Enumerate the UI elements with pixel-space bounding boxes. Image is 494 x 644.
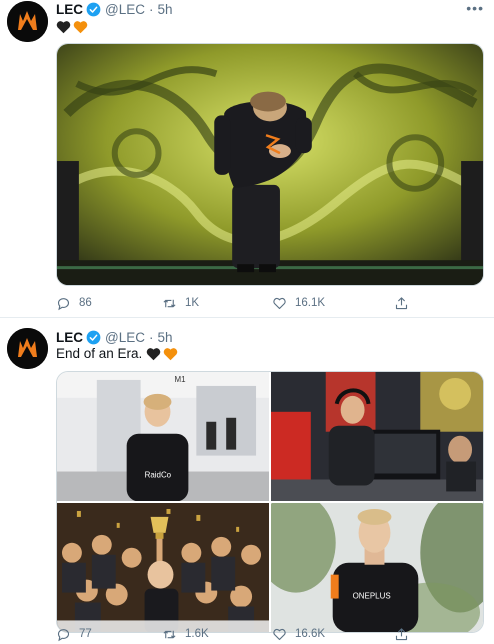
tweet-photo[interactable]: ONEPLUS: [271, 503, 483, 632]
separator-dot: ·: [148, 329, 154, 345]
jersey-sponsor-text: ONEPLUS: [353, 592, 391, 601]
verified-badge-icon: [86, 330, 101, 345]
share-icon: [395, 627, 408, 640]
black-heart-icon: [56, 20, 71, 34]
tweet-text: End of an Era.: [56, 346, 180, 361]
like-button[interactable]: 16.6K: [272, 627, 325, 642]
orange-heart-icon: [73, 20, 88, 34]
tweet-header: LEC @LEC · 5h: [56, 328, 484, 346]
retweet-count: 1.6K: [185, 628, 209, 640]
orange-heart-icon: [163, 347, 178, 361]
retweet-button[interactable]: 1K: [162, 296, 199, 311]
verified-badge-icon: [86, 2, 101, 17]
like-count: 16.6K: [295, 628, 326, 640]
author-handle[interactable]: @LEC: [105, 2, 145, 17]
separator-dot: ·: [148, 1, 154, 17]
avatar[interactable]: [7, 328, 48, 369]
tweet-header: LEC @LEC · 5h •••: [56, 0, 484, 18]
tweet-photo-grid: M1 RaidCo ONEPLUS: [56, 371, 484, 633]
like-button[interactable]: 16.1K: [272, 296, 325, 311]
tweet-photo[interactable]: [57, 503, 269, 632]
tweet-photo[interactable]: [56, 43, 484, 286]
tweet-actions: 86 1K 16.1K: [56, 294, 416, 312]
tweet-body-text: End of an Era.: [56, 346, 143, 361]
jersey-sponsor-text: RaidCo: [145, 470, 172, 479]
reply-icon: [57, 628, 70, 641]
tweet-actions: 77 1.6K 16.6K: [56, 625, 416, 643]
reply-count: 86: [79, 297, 92, 309]
retweet-icon: [163, 630, 176, 638]
retweet-icon: [163, 299, 176, 307]
author-handle[interactable]: @LEC: [105, 330, 145, 345]
reply-count: 77: [79, 628, 92, 640]
heart-icon: [273, 628, 286, 640]
timestamp[interactable]: 5h: [157, 330, 172, 345]
tweet-photo[interactable]: [271, 372, 483, 502]
heart-icon: [273, 297, 286, 309]
photo-sign-text: M1: [174, 375, 186, 384]
tweet-photo[interactable]: M1 RaidCo: [57, 372, 269, 502]
retweet-button[interactable]: 1.6K: [162, 627, 209, 642]
share-icon: [395, 296, 408, 309]
more-options-icon[interactable]: •••: [466, 0, 484, 16]
reply-icon: [57, 297, 70, 310]
author-name[interactable]: LEC: [56, 330, 83, 345]
reply-button[interactable]: 86: [56, 296, 92, 311]
retweet-count: 1K: [185, 297, 200, 309]
reply-button[interactable]: 77: [56, 627, 92, 642]
tweet[interactable]: LEC @LEC · 5h End of an Era. M1 RaidCo O…: [0, 319, 494, 644]
avatar[interactable]: [7, 1, 48, 42]
tweet[interactable]: LEC @LEC · 5h ••• 86 1K 16.1K: [0, 0, 494, 318]
author-name[interactable]: LEC: [56, 2, 83, 17]
like-count: 16.1K: [295, 297, 326, 309]
share-button[interactable]: [394, 627, 417, 642]
timestamp[interactable]: 5h: [157, 2, 172, 17]
share-button[interactable]: [394, 296, 417, 311]
black-heart-icon: [146, 347, 161, 361]
tweet-text: [56, 20, 90, 34]
